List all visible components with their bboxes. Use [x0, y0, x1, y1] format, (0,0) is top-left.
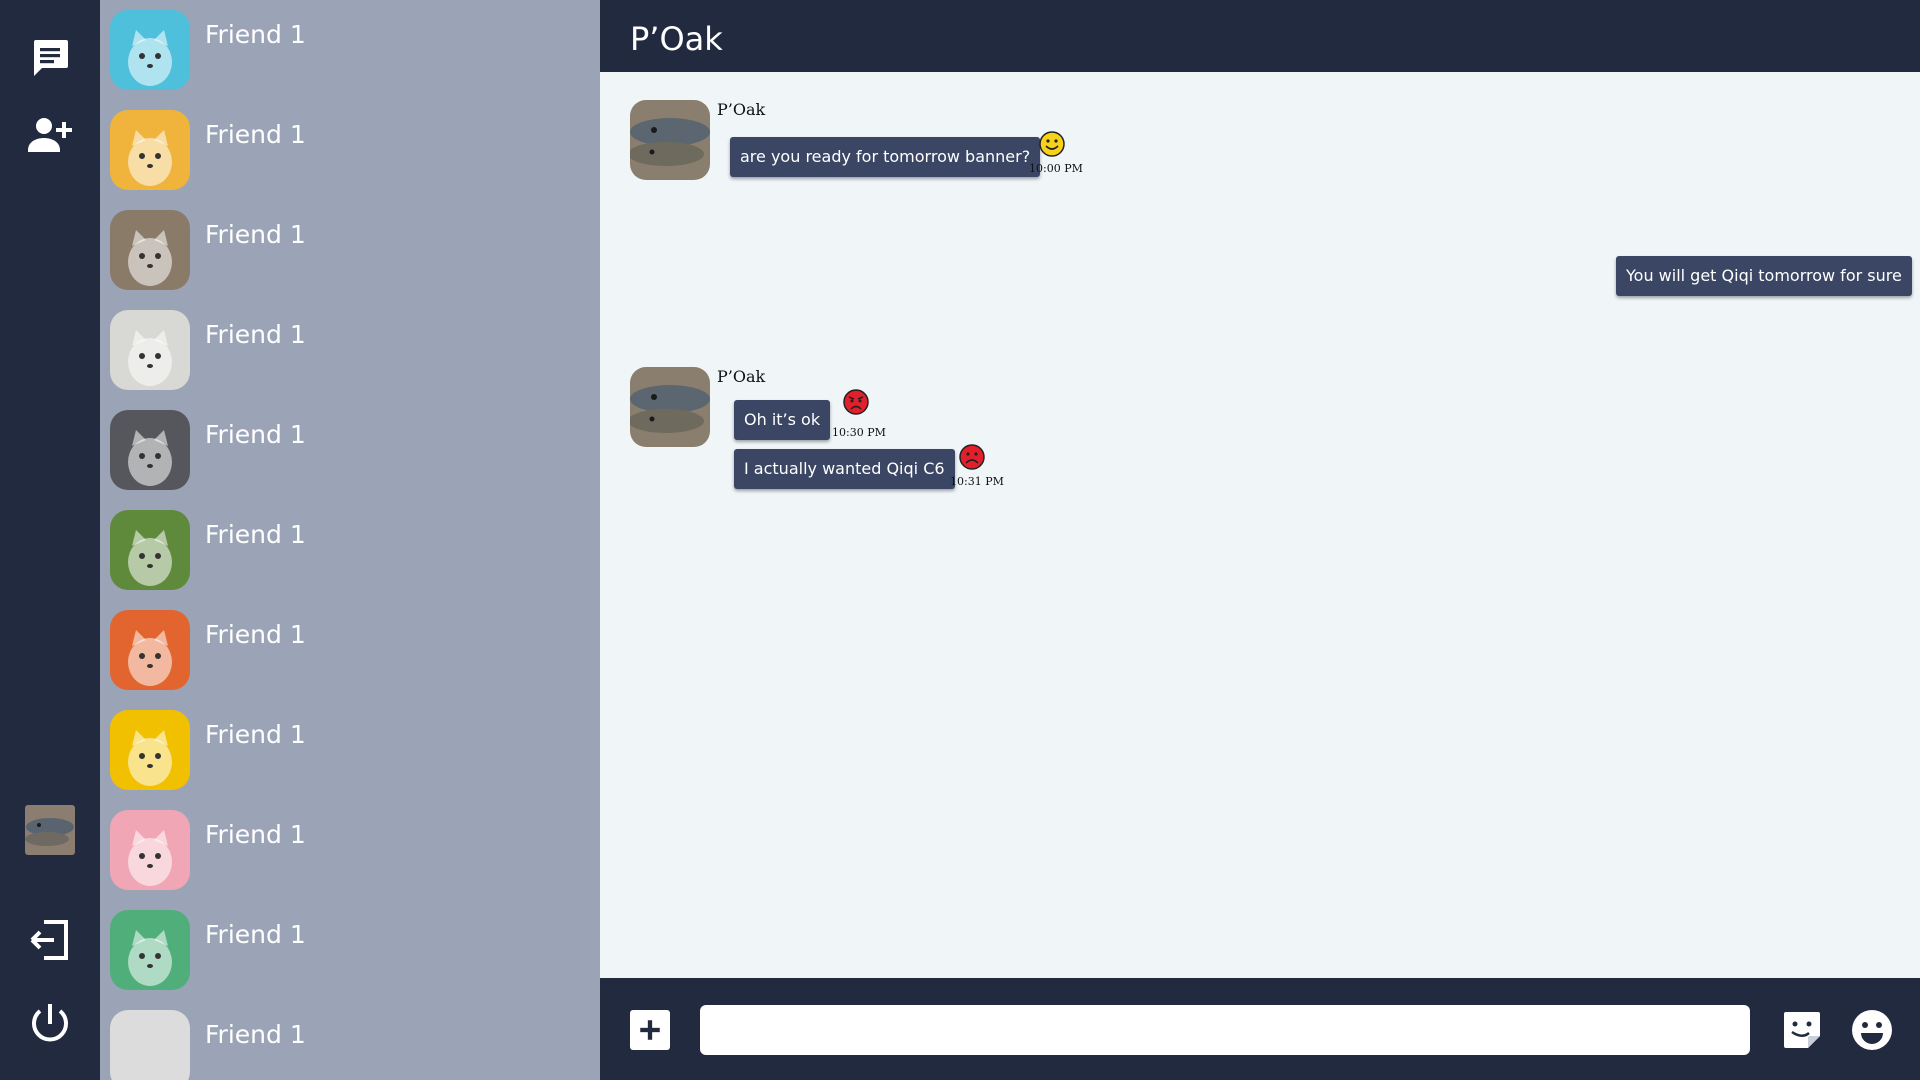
- friend-avatar: [110, 210, 190, 290]
- friend-avatar: [110, 910, 190, 990]
- friend-list-item[interactable]: Friend 1: [110, 1010, 590, 1080]
- friend-avatar: [110, 610, 190, 690]
- friend-avatar: [110, 410, 190, 490]
- smiley-icon: [1852, 1010, 1892, 1050]
- chats-button[interactable]: [20, 28, 80, 88]
- friend-list-item[interactable]: Friend 1: [110, 410, 590, 510]
- friend-list-item[interactable]: Friend 1: [110, 610, 590, 710]
- friend-name: Friend 1: [205, 920, 306, 949]
- sad-emoji-icon: [959, 444, 985, 470]
- message-input[interactable]: [700, 1005, 1750, 1055]
- sticker-button[interactable]: [1780, 1008, 1824, 1052]
- power-icon: [32, 1004, 68, 1042]
- sticker-icon: [1784, 1012, 1820, 1048]
- chat-messages: P’Oak are you ready for tomorrow banner?…: [600, 72, 1920, 978]
- sender-name: P’Oak: [717, 367, 766, 386]
- friend-list-item[interactable]: Friend 1: [110, 10, 590, 110]
- happy-emoji-icon: [1039, 131, 1065, 157]
- sender-name: P’Oak: [717, 100, 766, 119]
- chat-icon: [34, 40, 68, 76]
- friend-avatar: [110, 710, 190, 790]
- friend-list-item[interactable]: Friend 1: [110, 110, 590, 210]
- friend-avatar: [110, 1010, 190, 1080]
- friend-avatar: [110, 110, 190, 190]
- friend-name: Friend 1: [205, 120, 306, 149]
- message-time: 10:31 PM: [950, 475, 1004, 488]
- chat-header: P’Oak: [600, 0, 1920, 72]
- friend-list-item[interactable]: Friend 1: [110, 310, 590, 410]
- message-time: 10:30 PM: [832, 426, 886, 439]
- friend-name: Friend 1: [205, 820, 306, 849]
- emoji-button[interactable]: [1850, 1008, 1894, 1052]
- friend-name: Friend 1: [205, 420, 306, 449]
- friend-name: Friend 1: [205, 20, 306, 49]
- friend-name: Friend 1: [205, 720, 306, 749]
- friend-avatar: [110, 10, 190, 90]
- message-bubble[interactable]: are you ready for tomorrow banner?: [730, 137, 1041, 177]
- chat-title: P’Oak: [630, 20, 723, 58]
- friend-list-item[interactable]: Friend 1: [110, 910, 590, 1010]
- attach-button[interactable]: [630, 1010, 670, 1050]
- friend-name: Friend 1: [205, 320, 306, 349]
- sender-avatar[interactable]: [630, 367, 710, 447]
- message-bubble[interactable]: I actually wanted Qiqi C6: [734, 449, 955, 489]
- plus-icon: [640, 1020, 660, 1040]
- friend-name: Friend 1: [205, 1020, 306, 1049]
- friend-list: Friend 1 Friend 1 Friend 1 Friend 1 Friend 1…: [100, 0, 600, 1080]
- icon-rail: [0, 0, 100, 1080]
- friend-avatar: [110, 810, 190, 890]
- friend-avatar: [110, 510, 190, 590]
- message-time: 10:00 PM: [1029, 162, 1083, 175]
- logout-icon: [30, 920, 68, 960]
- message-input-bar: [600, 978, 1920, 1080]
- add-user-icon: [28, 118, 72, 152]
- friend-name: Friend 1: [205, 620, 306, 649]
- friend-list-item[interactable]: Friend 1: [110, 710, 590, 810]
- angry-emoji-icon: [843, 389, 869, 415]
- add-friend-button[interactable]: [20, 104, 80, 164]
- user-avatar[interactable]: [25, 805, 75, 855]
- friend-list-item[interactable]: Friend 1: [110, 810, 590, 910]
- friend-name: Friend 1: [205, 220, 306, 249]
- power-button[interactable]: [20, 994, 80, 1054]
- friend-avatar: [110, 310, 190, 390]
- friend-list-item[interactable]: Friend 1: [110, 210, 590, 310]
- friend-name: Friend 1: [205, 520, 306, 549]
- logout-button[interactable]: [20, 910, 80, 970]
- message-bubble[interactable]: Oh it’s ok: [734, 400, 831, 440]
- sender-avatar[interactable]: [630, 100, 710, 180]
- friend-list-item[interactable]: Friend 1: [110, 510, 590, 610]
- message-bubble-outgoing[interactable]: You will get Qiqi tomorrow for sure: [1616, 256, 1912, 296]
